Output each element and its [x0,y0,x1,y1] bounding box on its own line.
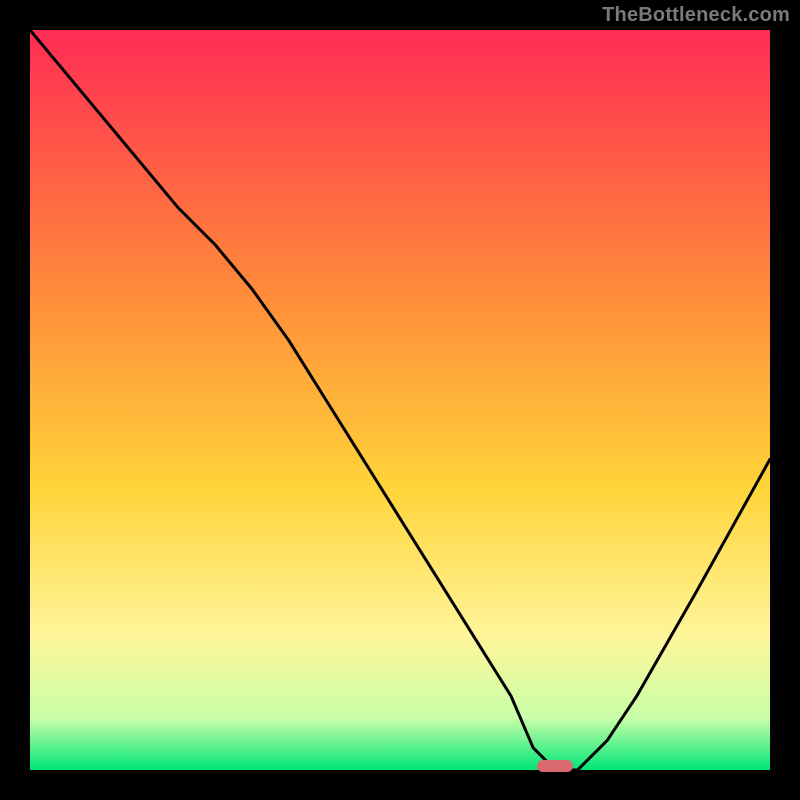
outer-frame: TheBottleneck.com [0,0,800,800]
optimal-marker [537,760,573,772]
watermark-text: TheBottleneck.com [602,4,790,27]
bottleneck-chart [30,30,770,770]
